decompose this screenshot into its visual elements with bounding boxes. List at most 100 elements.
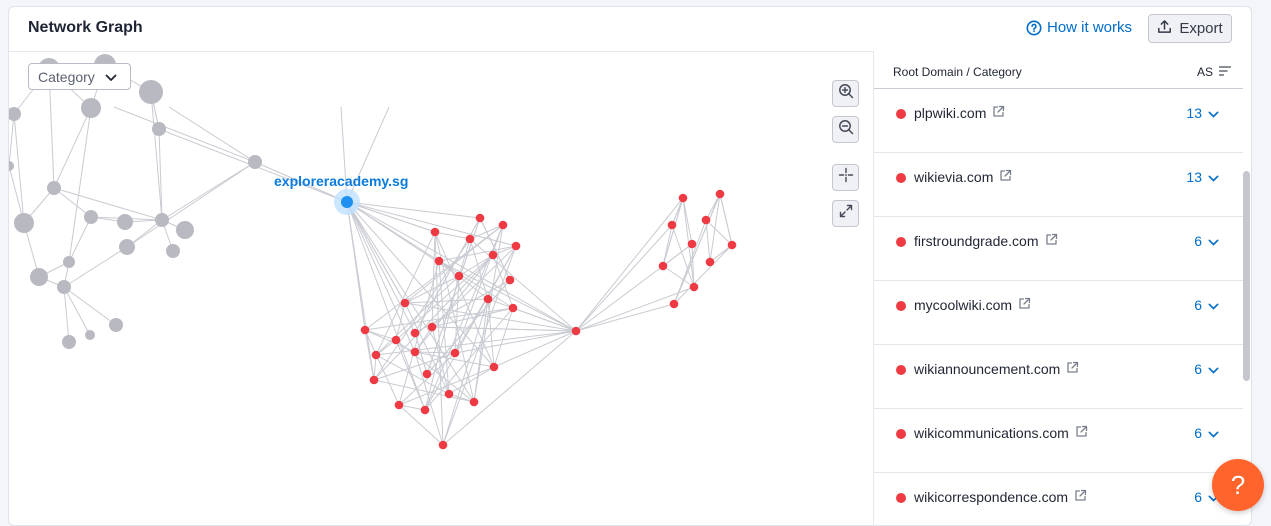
external-link-icon[interactable] <box>1045 233 1058 249</box>
domain-node[interactable] <box>394 400 404 410</box>
domain-node[interactable] <box>62 335 76 349</box>
domain-row[interactable]: firstroundgrade.com 6 <box>874 217 1243 281</box>
domain-node[interactable] <box>360 325 370 335</box>
external-link-icon[interactable] <box>999 169 1012 185</box>
domain-node[interactable] <box>63 256 75 268</box>
domain-link[interactable]: wikiannouncement.com <box>914 361 1079 377</box>
panel-scrollbar-thumb[interactable] <box>1243 171 1250 381</box>
domain-node[interactable] <box>667 220 677 230</box>
authority-score-toggle[interactable]: 13 <box>1186 105 1219 121</box>
focus-node-label[interactable]: exploreracademy.sg <box>274 173 408 189</box>
focus-node[interactable] <box>341 196 353 208</box>
domain-node[interactable] <box>47 181 61 195</box>
external-link-icon[interactable] <box>1066 361 1079 377</box>
export-button[interactable]: Export <box>1148 14 1232 43</box>
domain-node[interactable] <box>30 268 48 286</box>
domain-node[interactable] <box>155 213 169 227</box>
domain-row[interactable]: wikievia.com 13 <box>874 153 1243 217</box>
domain-node[interactable] <box>420 405 430 415</box>
domain-node[interactable] <box>469 397 479 407</box>
domain-row[interactable]: mycoolwiki.com 6 <box>874 281 1243 345</box>
domain-link[interactable]: firstroundgrade.com <box>914 233 1058 249</box>
domain-node[interactable] <box>454 271 464 281</box>
domain-node[interactable] <box>81 98 101 118</box>
external-link-icon[interactable] <box>1018 297 1031 313</box>
domain-node[interactable] <box>450 348 460 358</box>
domain-node[interactable] <box>248 155 262 169</box>
domain-node[interactable] <box>400 298 410 308</box>
domain-node[interactable] <box>430 227 440 237</box>
domain-node[interactable] <box>715 189 725 199</box>
help-button[interactable]: ? <box>1212 459 1264 511</box>
domain-link[interactable]: plpwiki.com <box>914 105 1005 121</box>
domain-node[interactable] <box>475 213 485 223</box>
domain-node[interactable] <box>505 275 515 285</box>
domain-node[interactable] <box>14 213 34 233</box>
authority-score-toggle[interactable]: 6 <box>1194 361 1219 377</box>
domain-link[interactable]: wikievia.com <box>914 169 1012 185</box>
domain-node[interactable] <box>689 282 699 292</box>
domain-node[interactable] <box>391 335 401 345</box>
domain-node[interactable] <box>117 214 133 230</box>
domain-node[interactable] <box>166 244 180 258</box>
domain-node[interactable] <box>176 221 194 239</box>
domain-node[interactable] <box>508 303 518 313</box>
domain-node[interactable] <box>410 328 420 338</box>
domain-link[interactable]: mycoolwiki.com <box>914 297 1031 313</box>
domain-node[interactable] <box>465 234 475 244</box>
domain-node[interactable] <box>422 369 432 379</box>
authority-score-value: 13 <box>1186 105 1202 121</box>
network-graph[interactable]: exploreracademy.sg <box>9 51 873 526</box>
domain-node[interactable] <box>410 347 420 357</box>
domain-node[interactable] <box>57 280 71 294</box>
domain-node[interactable] <box>511 241 521 251</box>
domain-node[interactable] <box>9 107 21 121</box>
domain-node[interactable] <box>152 122 166 136</box>
domain-row[interactable]: plpwiki.com 13 <box>874 89 1243 153</box>
domain-node[interactable] <box>444 389 454 399</box>
domain-node[interactable] <box>727 240 737 250</box>
domain-node[interactable] <box>701 215 711 225</box>
fullscreen-button[interactable] <box>832 200 859 227</box>
domain-node[interactable] <box>434 256 444 266</box>
external-link-icon[interactable] <box>1075 425 1088 441</box>
domain-node[interactable] <box>705 257 715 267</box>
domain-node[interactable] <box>678 193 688 203</box>
domain-link[interactable]: wikicommunications.com <box>914 425 1088 441</box>
domain-node[interactable] <box>483 294 493 304</box>
authority-score-toggle[interactable]: 6 <box>1194 425 1219 441</box>
domain-node[interactable] <box>427 322 437 332</box>
external-link-icon[interactable] <box>1074 489 1087 505</box>
domain-node[interactable] <box>498 220 508 230</box>
zoom-in-button[interactable] <box>832 80 859 107</box>
domain-row[interactable]: wikiannouncement.com 6 <box>874 345 1243 409</box>
domain-node[interactable] <box>488 250 498 260</box>
graph-area[interactable]: exploreracademy.sg Category <box>9 51 873 526</box>
domain-node[interactable] <box>109 318 123 332</box>
category-dropdown[interactable]: Category <box>28 63 131 90</box>
domain-node[interactable] <box>119 239 135 255</box>
domain-row[interactable]: wikicorrespondence.com 6 <box>874 473 1243 525</box>
zoom-out-button[interactable] <box>832 116 859 143</box>
domain-node[interactable] <box>658 261 668 271</box>
center-graph-button[interactable] <box>832 164 859 191</box>
authority-score-toggle[interactable]: 6 <box>1194 233 1219 249</box>
domain-node[interactable] <box>669 299 679 309</box>
domain-node[interactable] <box>85 330 95 340</box>
domain-node[interactable] <box>9 161 14 171</box>
how-it-works-link[interactable]: How it works <box>1026 19 1132 36</box>
domain-node[interactable] <box>371 350 381 360</box>
domain-node[interactable] <box>84 210 98 224</box>
authority-score-toggle[interactable]: 13 <box>1186 169 1219 185</box>
domain-node[interactable] <box>489 362 499 372</box>
external-link-icon[interactable] <box>992 105 1005 121</box>
domain-node[interactable] <box>139 80 163 104</box>
domain-node[interactable] <box>687 239 697 249</box>
domain-row[interactable]: wikicommunications.com 6 <box>874 409 1243 473</box>
domain-node[interactable] <box>369 375 379 385</box>
authority-score-toggle[interactable]: 6 <box>1194 297 1219 313</box>
domain-node[interactable] <box>571 326 581 336</box>
domain-link[interactable]: wikicorrespondence.com <box>914 489 1087 505</box>
domain-node[interactable] <box>438 440 448 450</box>
column-header-as[interactable]: AS <box>1197 65 1232 79</box>
